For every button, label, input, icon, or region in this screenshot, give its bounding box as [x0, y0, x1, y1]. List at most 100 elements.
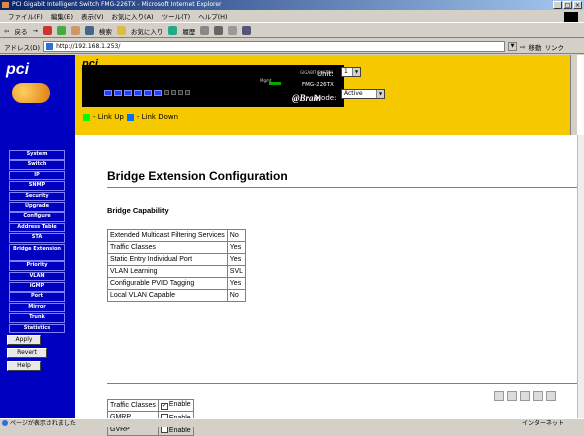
- minimize-button[interactable]: _: [553, 1, 562, 9]
- nav-address-table[interactable]: Address Table: [9, 222, 65, 233]
- mode-label: Mode:: [315, 94, 337, 102]
- nav-bridge-extension[interactable]: Bridge Extension: [9, 243, 65, 261]
- history-button[interactable]: 履歴: [182, 26, 195, 36]
- panel-scrollbar[interactable]: [570, 55, 577, 135]
- port-10-icon[interactable]: [185, 90, 190, 95]
- option-name: Traffic Classes: [107, 399, 159, 412]
- ime-pad-icon[interactable]: [533, 391, 543, 401]
- favorites-button[interactable]: お気に入り: [131, 26, 164, 36]
- ime-kana-icon[interactable]: [507, 391, 517, 401]
- toolbar: ⇦ 戻る → 検索 お気に入り 履歴: [0, 24, 584, 38]
- sidebar: pci System Switch IP SNMP Security Upgra…: [0, 55, 75, 418]
- nav-sta[interactable]: STA: [9, 233, 65, 243]
- favorites-icon[interactable]: [116, 26, 126, 35]
- search-icon[interactable]: [84, 26, 94, 35]
- capability-name: VLAN Learning: [107, 265, 228, 278]
- traffic-classes-checkbox[interactable]: ✓: [160, 403, 168, 410]
- print-icon[interactable]: [214, 26, 224, 35]
- nav-igmp[interactable]: IGMP: [9, 282, 65, 292]
- unit-select[interactable]: 1 ▼: [341, 67, 361, 77]
- history-icon[interactable]: [168, 26, 178, 35]
- menu-view[interactable]: 表示(V): [81, 11, 104, 22]
- page-title: Bridge Extension Configuration: [107, 169, 288, 183]
- address-input[interactable]: http://192.168.1.253/: [43, 41, 506, 52]
- address-url: http://192.168.1.253/: [56, 43, 121, 50]
- address-label: アドレス(D): [4, 43, 41, 52]
- menu-edit[interactable]: 編集(E): [51, 11, 73, 22]
- nav-upgrade[interactable]: Upgrade: [9, 201, 65, 212]
- maximize-button[interactable]: □: [563, 1, 572, 9]
- home-icon[interactable]: [70, 26, 80, 35]
- nav-port[interactable]: Port: [9, 292, 65, 303]
- nav-switch[interactable]: Switch: [9, 160, 65, 170]
- go-icon[interactable]: ⇨: [520, 43, 525, 51]
- port-4-icon[interactable]: [134, 90, 142, 96]
- mode-select[interactable]: Active ▼: [341, 89, 385, 99]
- brand-badge: [12, 83, 50, 103]
- port-9-icon[interactable]: [178, 90, 183, 95]
- menu-help[interactable]: ヘルプ(H): [198, 11, 227, 22]
- port-8-icon[interactable]: [171, 90, 176, 95]
- nav-system[interactable]: System: [9, 150, 65, 160]
- menu-favorites[interactable]: お気に入り(A): [112, 11, 154, 22]
- port-5-icon[interactable]: [144, 90, 152, 96]
- help-button[interactable]: Help: [7, 361, 41, 371]
- capability-value: Yes: [226, 277, 247, 290]
- address-dropdown[interactable]: ▼: [508, 42, 518, 51]
- table-row: Traffic Classes Yes: [107, 241, 247, 254]
- nav-statistics[interactable]: Statistics: [9, 323, 65, 334]
- port-2-icon[interactable]: [114, 90, 122, 96]
- back-button[interactable]: 戻る: [14, 26, 27, 36]
- port-3-icon[interactable]: [124, 90, 132, 96]
- edit-icon[interactable]: [228, 26, 238, 35]
- nav-vlan[interactable]: VLAN: [9, 271, 65, 282]
- link-down-swatch: [126, 113, 134, 121]
- browser-window: PCI Gigabit Intelligent Switch FMG-226TX…: [0, 0, 584, 436]
- port-7-icon[interactable]: [164, 90, 169, 95]
- stop-icon[interactable]: [42, 26, 52, 35]
- nav-configure[interactable]: Configure: [9, 212, 65, 222]
- forward-icon[interactable]: →: [32, 27, 37, 35]
- nav-ip[interactable]: IP: [9, 170, 65, 181]
- nav-list: System Switch IP SNMP Security Upgrade C…: [9, 150, 65, 334]
- capability-name: Extended Multicast Filtering Services: [107, 229, 228, 242]
- menu-file[interactable]: ファイル(F): [8, 11, 43, 22]
- apply-button[interactable]: Apply: [7, 335, 41, 345]
- revert-button[interactable]: Revert: [7, 348, 47, 358]
- nav-snmp[interactable]: SNMP: [9, 181, 65, 191]
- ime-mode-icon[interactable]: [494, 391, 504, 401]
- port-1-icon[interactable]: [104, 90, 112, 96]
- capability-name: Static Entry Individual Port: [107, 253, 228, 266]
- mgmt-led: [269, 82, 281, 85]
- table-row: Extended Multicast Filtering Services No: [107, 229, 247, 242]
- switch-front-panel: Mgmt GIGABIT SWITCH FMG-226TX @Brain: [82, 65, 344, 107]
- table-row: Static Entry Individual Port Yes: [107, 253, 247, 266]
- title-bar: PCI Gigabit Intelligent Switch FMG-226TX…: [0, 0, 584, 10]
- refresh-icon[interactable]: [56, 26, 66, 35]
- capability-name: Configurable PVID Tagging: [107, 277, 228, 290]
- ime-help-icon[interactable]: [546, 391, 556, 401]
- nav-trunk[interactable]: Trunk: [9, 313, 65, 323]
- messenger-icon[interactable]: [242, 26, 252, 35]
- mail-icon[interactable]: [200, 26, 210, 35]
- capability-name: Local VLAN Capable: [107, 289, 228, 302]
- table-row: Traffic Classes ✓ Enable: [107, 399, 194, 412]
- chevron-down-icon: ▼: [352, 68, 360, 76]
- page-done-icon: [2, 420, 8, 426]
- nav-priority[interactable]: Priority: [9, 261, 65, 271]
- windows-logo-icon: [564, 12, 578, 22]
- links-button[interactable]: リンク: [545, 42, 565, 52]
- search-button[interactable]: 検索: [99, 26, 112, 36]
- page-scrollbar[interactable]: [577, 135, 584, 418]
- go-button[interactable]: 移動: [529, 42, 542, 52]
- menu-tools[interactable]: ツール(T): [162, 11, 191, 22]
- port-6-icon[interactable]: [154, 90, 162, 96]
- ime-dict-icon[interactable]: [520, 391, 530, 401]
- back-icon[interactable]: ⇦: [4, 27, 9, 35]
- nav-security[interactable]: Security: [9, 191, 65, 202]
- enable-label: Enable: [168, 401, 191, 408]
- close-button[interactable]: ×: [573, 1, 582, 9]
- capability-name: Traffic Classes: [107, 241, 228, 254]
- capability-value: Yes: [226, 241, 247, 254]
- nav-mirror[interactable]: Mirror: [9, 302, 65, 313]
